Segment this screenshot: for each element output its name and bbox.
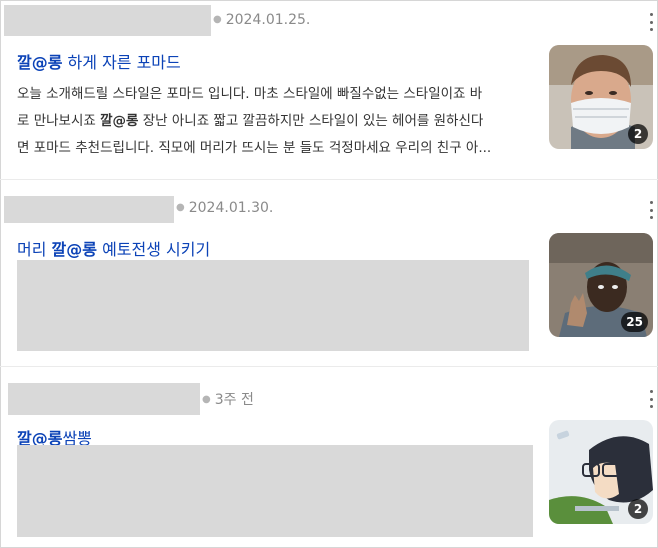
separator-dot: ● bbox=[176, 202, 185, 213]
redacted-author bbox=[8, 383, 200, 415]
date-text: 2024.01.30. bbox=[188, 200, 274, 216]
post-date: ● 3주 전 bbox=[202, 389, 254, 409]
result-title-link[interactable]: 깔@롱 하게 자른 포마드 bbox=[17, 49, 181, 73]
date-text: 2024.01.25. bbox=[225, 12, 311, 28]
result-thumbnail[interactable]: 25 bbox=[549, 233, 653, 337]
redacted-author bbox=[4, 196, 174, 223]
title-keyword: 깔@롱 bbox=[17, 53, 63, 72]
title-text: 머리 bbox=[17, 240, 52, 259]
more-options-icon[interactable] bbox=[648, 390, 654, 408]
title-text: 예토전생 시키기 bbox=[96, 240, 211, 259]
title-text: 하게 자른 포마드 bbox=[62, 53, 181, 72]
snippet-keyword: 깔@롱 bbox=[100, 113, 139, 129]
post-date: ● 2024.01.30. bbox=[176, 200, 273, 216]
post-date: ● 2024.01.25. bbox=[213, 12, 310, 28]
image-count-badge: 2 bbox=[628, 499, 648, 519]
more-options-icon[interactable] bbox=[648, 13, 654, 31]
image-count-badge: 25 bbox=[621, 312, 648, 332]
snippet-line: 오늘 소개해드릴 스타일은 포마드 입니다. 마초 스타일에 빠질수없는 스타일… bbox=[17, 86, 483, 102]
snippet-line: 면 포마드 추천드립니다. 직모에 머리가 뜨시는 분 들도 걱정마세요 우리의… bbox=[17, 140, 492, 156]
redacted-author bbox=[4, 5, 211, 36]
result-item: ● 2024.01.30. 머리 깔@롱 예토전생 시키기 25 bbox=[0, 187, 658, 367]
result-snippet: 오늘 소개해드릴 스타일은 포마드 입니다. 마초 스타일에 빠질수없는 스타일… bbox=[17, 81, 535, 162]
redacted-snippet bbox=[17, 260, 529, 351]
separator-dot: ● bbox=[202, 394, 211, 405]
redacted-snippet bbox=[17, 445, 533, 537]
title-keyword: 깔@롱 bbox=[51, 240, 97, 259]
result-thumbnail[interactable]: 2 bbox=[549, 420, 653, 524]
result-title-link[interactable]: 머리 깔@롱 예토전생 시키기 bbox=[17, 236, 210, 260]
date-text: 3주 전 bbox=[214, 392, 254, 408]
image-count-badge: 2 bbox=[628, 124, 648, 144]
snippet-line: 로 만나보시죠 깔@롱 장난 아니죠 짧고 깔끔하지만 스타일이 있는 헤어를 … bbox=[17, 113, 484, 129]
result-thumbnail[interactable]: 2 bbox=[549, 45, 653, 149]
result-item: ● 3주 전 깔@롱쌈뽕 2 bbox=[0, 375, 658, 548]
separator-dot: ● bbox=[213, 14, 222, 25]
more-options-icon[interactable] bbox=[648, 201, 654, 219]
result-item: ● 2024.01.25. 깔@롱 하게 자른 포마드 오늘 소개해드릴 스타일은… bbox=[0, 0, 658, 180]
